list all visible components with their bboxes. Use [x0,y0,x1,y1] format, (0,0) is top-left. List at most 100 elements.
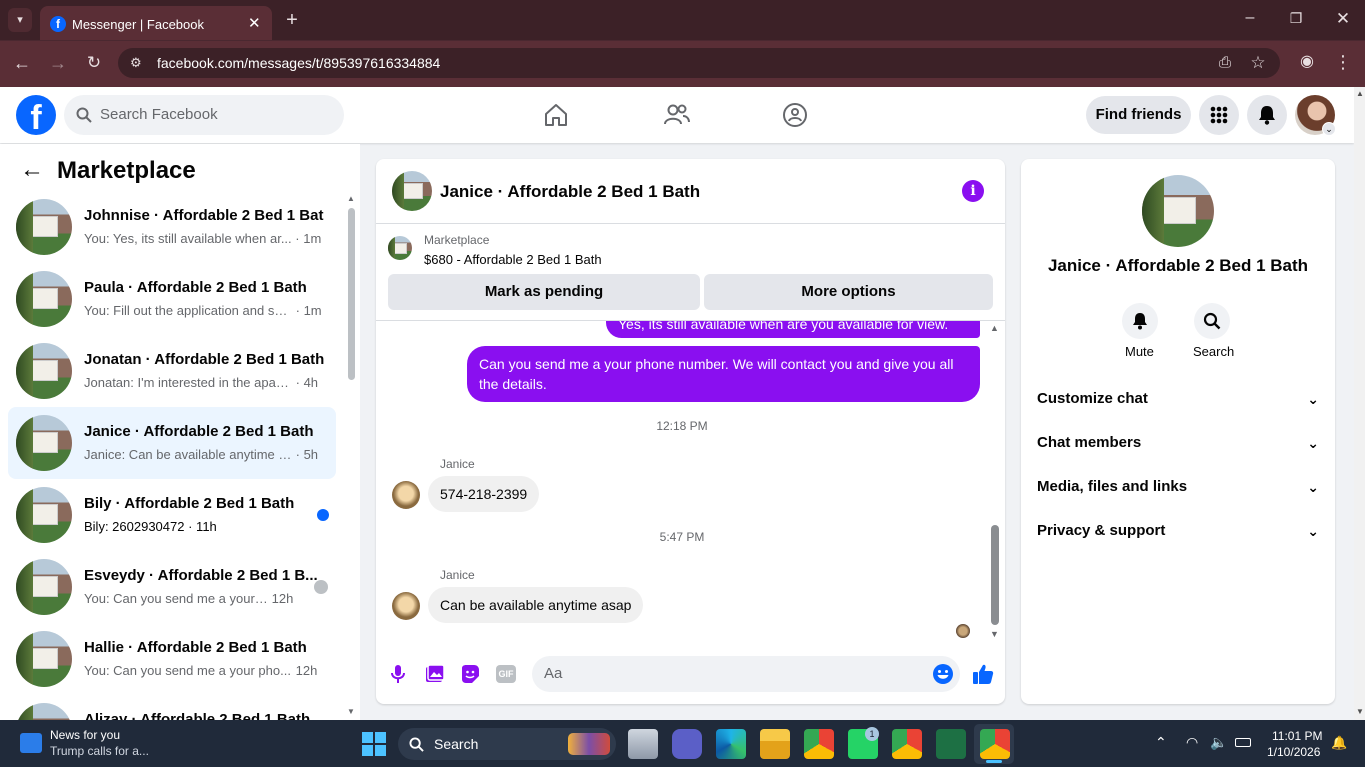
chat-members-section[interactable]: Chat members ⌄ [1037,421,1319,465]
battery-icon[interactable] [1235,738,1251,747]
active-tab[interactable]: f Messenger | Facebook ✕ [40,6,272,40]
menu-button[interactable] [1199,95,1239,135]
conversation-name: Janice · Affordable 2 Bed 1 Bath [84,423,314,440]
details-avatar[interactable] [1142,175,1214,247]
conversation-item-active[interactable]: Janice · Affordable 2 Bed 1 Bath Janice:… [8,407,336,479]
forward-icon[interactable]: → [48,54,68,72]
sticker-icon[interactable] [460,664,480,684]
search-icon [76,107,92,123]
scroll-down-icon[interactable]: ▼ [1356,707,1364,716]
facebook-favicon-icon: f [50,16,66,32]
outgoing-message[interactable]: Can you send me a your phone number. We … [467,346,980,402]
listing-thumbnail[interactable] [388,236,412,260]
search-in-conversation-button[interactable] [1194,303,1230,339]
url-field[interactable]: ⚙ facebook.com/messages/t/89539761633488… [118,48,1280,78]
scroll-down-icon[interactable]: ▼ [347,707,355,716]
scroll-thumb[interactable] [348,208,355,380]
mute-button[interactable] [1122,303,1158,339]
conversation-item[interactable]: Esveydy · Affordable 2 Bed 1 B... You: C… [8,555,336,619]
notifications-button[interactable] [1247,95,1287,135]
show-hidden-icons[interactable]: ⌃ [1155,734,1167,751]
microphone-icon[interactable] [390,664,406,684]
scroll-down-icon[interactable]: ▼ [990,629,999,639]
privacy-support-section[interactable]: Privacy & support ⌄ [1037,509,1319,553]
news-widget[interactable]: News for you Trump calls for a... [18,727,178,761]
scroll-up-icon[interactable]: ▲ [990,323,999,333]
seen-avatar-icon [314,580,328,594]
conversation-name: Alizay · Affordable 2 Bed 1 Bath [84,711,311,720]
sender-avatar[interactable] [392,481,420,509]
message-input[interactable]: Aa [532,656,960,692]
more-options-button[interactable]: More options [704,274,993,310]
conversation-item[interactable]: Johnnise · Affordable 2 Bed 1 Bath You: … [8,195,336,259]
task-view-icon[interactable] [628,729,658,759]
search-facebook-input[interactable]: Search Facebook [64,95,344,135]
taskbar-search[interactable]: Search [398,728,616,760]
outgoing-message[interactable]: Yes, its still available when are you av… [606,321,980,338]
scroll-up-icon[interactable]: ▲ [1356,89,1364,98]
conversation-item[interactable]: Alizay · Affordable 2 Bed 1 Bath [8,699,336,720]
listing-title[interactable]: $680 - Affordable 2 Bed 1 Bath [424,252,602,267]
browser-menu-icon[interactable]: ⋮ [1334,53,1352,71]
excel-icon[interactable] [936,729,966,759]
conversation-item[interactable]: Jonatan · Affordable 2 Bed 1 Bath Jonata… [8,339,336,403]
new-tab-icon[interactable]: + [282,10,302,30]
photo-icon[interactable] [425,664,445,684]
chrome-profile-icon[interactable] [892,729,922,759]
page-scrollbar[interactable]: ▲ ▼ [1354,87,1365,720]
file-explorer-icon[interactable] [760,729,790,759]
conversation-item[interactable]: Hallie · Affordable 2 Bed 1 Bath You: Ca… [8,627,336,691]
chat-avatar[interactable] [392,171,432,211]
conversation-info-icon[interactable]: i [962,180,984,202]
back-arrow-icon[interactable]: ← [20,158,44,182]
profile-icon[interactable]: ◉ [1297,54,1317,70]
install-app-icon[interactable]: ⎙ [1215,55,1235,70]
close-window-icon[interactable]: ✕ [1333,10,1353,27]
notification-bell-icon[interactable]: 🔔 [1331,735,1347,751]
clock-time[interactable]: 11:01 PM [1272,729,1322,743]
whatsapp-badge: 1 [865,727,879,741]
conversation-item[interactable]: Paula · Affordable 2 Bed 1 Bath You: Fil… [8,267,336,331]
close-tab-icon[interactable]: ✕ [248,14,261,32]
chat-title[interactable]: Janice · Affordable 2 Bed 1 Bath [440,182,700,202]
friends-icon[interactable] [662,102,690,128]
groups-icon[interactable] [782,102,808,128]
unread-dot [317,509,329,521]
conversation-item[interactable]: Bily · Affordable 2 Bed 1 Bath Bily: 260… [8,483,336,547]
gif-icon[interactable]: GIF [496,665,516,683]
customize-chat-section[interactable]: Customize chat ⌄ [1037,377,1319,421]
back-icon[interactable]: ← [12,54,32,72]
start-button[interactable] [359,729,389,759]
chrome-icon[interactable] [804,729,834,759]
scroll-up-icon[interactable]: ▲ [347,194,355,203]
clock-date[interactable]: 1/10/2026 [1267,745,1320,759]
volume-icon[interactable]: 🔈 [1210,734,1227,751]
emoji-icon[interactable] [932,663,954,685]
sender-avatar[interactable] [392,592,420,620]
thumbs-up-icon[interactable] [972,663,994,685]
media-files-links-section[interactable]: Media, files and links ⌄ [1037,465,1319,509]
minimize-icon[interactable]: – [1240,10,1260,26]
scroll-thumb[interactable] [991,525,999,625]
incoming-message[interactable]: Can be available anytime asap [428,587,644,623]
tab-search-icon[interactable]: ▾ [8,8,32,32]
conversation-name: Paula · Affordable 2 Bed 1 Bath [84,279,307,296]
account-chevron-icon[interactable]: ⌄ [1322,122,1336,136]
teams-meet-icon[interactable] [672,729,702,759]
chat-scrollbar[interactable]: ▲ ▼ [989,321,1001,644]
conversation-preview: You: Fill out the application and se... … [84,303,322,318]
mark-as-pending-button[interactable]: Mark as pending [388,274,700,310]
site-info-icon[interactable]: ⚙ [130,55,142,71]
find-friends-button[interactable]: Find friends [1086,96,1191,134]
bookmark-star-icon[interactable]: ☆ [1248,54,1268,71]
maximize-icon[interactable]: ❐ [1286,11,1306,25]
mute-label: Mute [1125,344,1154,359]
wifi-icon[interactable]: ◠ [1186,734,1198,751]
incoming-message[interactable]: 574-218-2399 [428,476,540,512]
edge-icon[interactable] [716,729,746,759]
chrome-active-icon[interactable] [980,729,1010,759]
facebook-logo[interactable]: f [16,95,56,135]
home-icon[interactable] [543,102,569,128]
reload-icon[interactable]: ↻ [84,54,104,71]
sidebar-scrollbar[interactable]: ▲ ▼ [346,194,356,716]
